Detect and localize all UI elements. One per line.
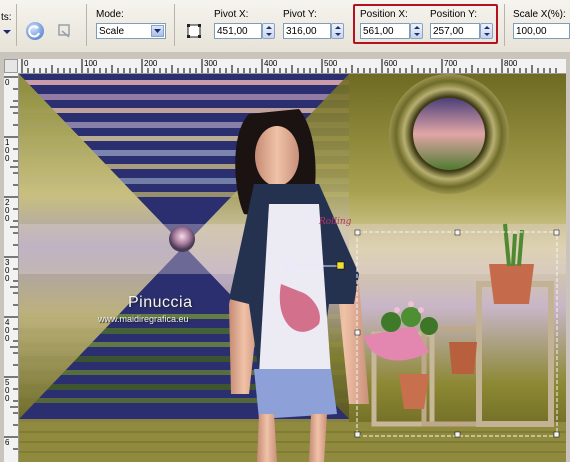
horizontal-ruler[interactable]: 0 100 200 300 400 500 600 700 800 [18,59,566,74]
position-y-spinner[interactable] [480,23,493,39]
image-canvas[interactable]: Rolling [19,74,566,462]
ruler-corner [4,59,18,73]
crop-icon [58,24,70,38]
bounding-box-icon [187,24,201,38]
toolbar-separator [16,4,17,46]
ruler-label: 700 [444,59,458,68]
ruler-label: 6 [5,438,10,447]
scale-x-label: Scale X(%): [513,9,566,20]
mode-label: Mode: [96,9,124,20]
ruler-label: 400 [264,59,278,68]
position-y-input[interactable]: 257,00 [430,23,480,39]
tool-options-bar: ts: Mode: Scale Pivot X: 451,00 Pivot Y:… [0,0,570,53]
ruler-label: 200 [144,59,158,68]
mode-dropdown-button[interactable] [151,25,164,37]
ruler-label: 2 0 0 [5,198,10,223]
ruler-label: 500 [324,59,338,68]
apply-button[interactable] [56,22,74,40]
pivot-x-spinner[interactable] [262,23,275,39]
position-y-label: Position Y: [430,9,478,20]
ruler-ticks [21,59,557,73]
mode-value: Scale [99,26,125,37]
chevron-down-icon [154,29,161,33]
ruler-label: 5 0 0 [5,378,10,403]
watermark-url: www.maidiregrafica.eu [98,314,189,324]
scale-x-input[interactable]: 100,00 [513,23,570,39]
toolbar-separator [86,4,87,46]
ruler-label: 4 0 0 [5,318,10,343]
vertical-ruler[interactable]: 0 1 0 0 2 0 0 3 0 0 4 0 0 5 0 0 6 [4,73,19,462]
pivot-x-input[interactable]: 451,00 [214,23,262,39]
pivot-y-spinner[interactable] [331,23,344,39]
position-x-spinner[interactable] [410,23,423,39]
reset-button[interactable] [26,22,44,40]
shirt-text: Rolling [319,217,352,227]
ruler-label: 300 [204,59,218,68]
ruler-label: 0 [5,78,10,87]
position-x-label: Position X: [360,9,408,20]
watermark-name: Pinuccia [128,294,193,311]
ruler-label: 800 [504,59,518,68]
undo-arrow-icon [28,25,40,38]
toolbar-separator [504,4,505,46]
ruler-label: 3 0 0 [5,258,10,283]
pivot-x-label: Pivot X: [214,9,249,20]
presets-label: ts: [1,12,12,23]
pivot-y-input[interactable]: 316,00 [283,23,331,39]
ruler-label: 0 [24,59,29,68]
mode-select[interactable]: Scale [96,23,166,39]
toolbar-separator [174,4,175,46]
artwork [19,74,566,462]
ruler-label: 1 0 0 [5,138,10,163]
ruler-label: 100 [84,59,98,68]
pivot-y-label: Pivot Y: [283,9,317,20]
position-x-input[interactable]: 561,00 [360,23,410,39]
chevron-down-icon [3,30,11,34]
ruler-label: 600 [384,59,398,68]
presets-dropdown[interactable] [2,26,12,38]
pivot-toggle-button[interactable] [186,23,202,39]
